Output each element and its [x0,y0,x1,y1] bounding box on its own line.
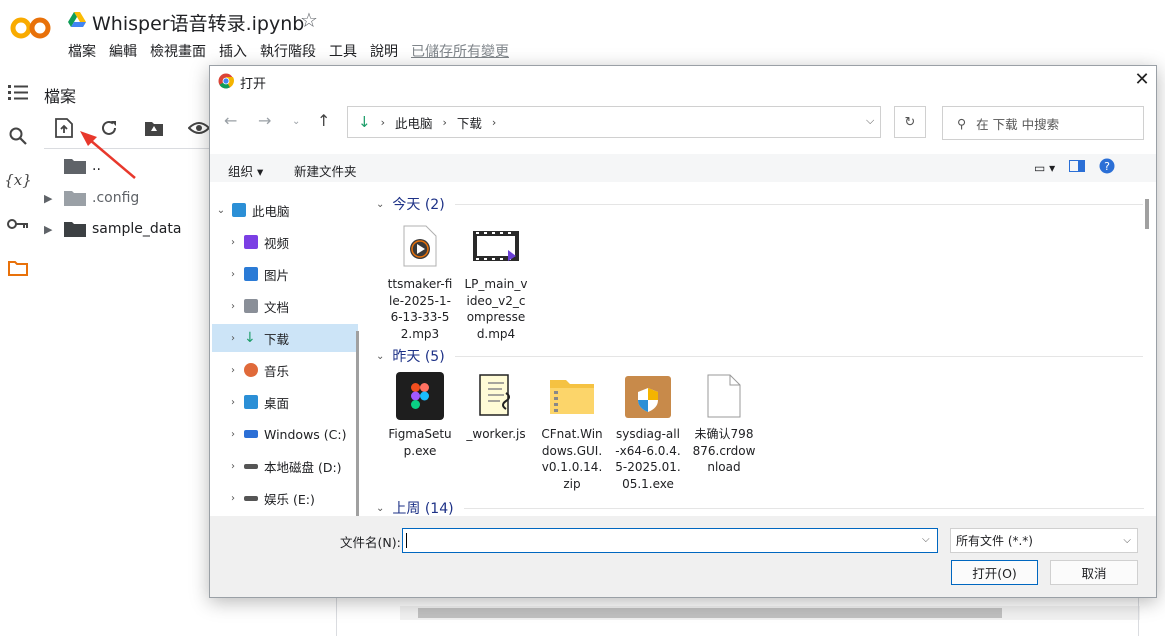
chevron-right-icon: › [231,268,235,280]
downloads-icon: ↓ [244,330,256,346]
documents-icon [244,299,258,313]
chevron-right-icon: › [231,300,235,312]
chevron-right-icon: › [231,492,235,504]
nav-scrollbar[interactable] [356,331,359,516]
nav-item-music[interactable]: › 音乐 [222,356,362,384]
dialog-title: 打开 [240,77,267,92]
chevron-right-icon: › [231,332,235,344]
refresh-icon[interactable]: ↻ [894,106,926,138]
drive-icon [244,463,258,469]
search-placeholder: 在 下载 中搜索 [976,116,1060,132]
nav-item-drive-d[interactable]: › 本地磁盘 (D:) [222,452,362,480]
video-file-icon [472,222,520,270]
nav-item-desktop[interactable]: › 桌面 [222,388,362,416]
group-header-yesterday[interactable]: ⌄ 昨天 (5) [376,346,1143,366]
chevron-down-icon: ⌄ [216,204,226,216]
help-icon[interactable]: ? [1099,158,1115,178]
chrome-icon [218,73,234,93]
file-item[interactable]: CFnat.Windows.GUI.v0.1.0.14.zip [539,372,605,492]
file-item[interactable]: ttsmaker-file-2025-1-6-13-33-52.mp3 [387,222,453,342]
chevron-right-icon[interactable]: › [381,116,385,129]
filename-label: 文件名(N): [340,535,401,550]
svg-text:?: ? [1104,160,1110,173]
chevron-down-icon[interactable]: ⌵ [922,534,930,545]
file-item[interactable]: _worker.js [463,372,529,443]
chevron-down-icon: ⌄ [376,502,385,514]
up-arrow-icon[interactable]: ↑ [317,111,330,130]
text-caret [406,533,407,548]
drive-icon [244,430,258,438]
file-item[interactable]: sysdiag-all-x64-6.0.4.5-2025.01.05.1.exe [615,372,681,492]
installer-icon [624,372,672,420]
figma-icon [396,372,444,420]
chevron-down-icon[interactable]: ⌵ [866,114,874,128]
chevron-down-icon: ⌵ [1123,535,1131,546]
close-icon[interactable]: ✕ [1130,68,1154,92]
nav-item-drive-e[interactable]: › 娱乐 (E:) [222,484,362,512]
view-mode-icon[interactable]: ▭ ▾ [1034,161,1055,175]
preview-pane-icon[interactable] [1069,160,1086,176]
chevron-right-icon: › [231,396,235,408]
breadcrumb-item[interactable]: 此电脑 [395,113,433,132]
music-icon [244,363,258,377]
chevron-right-icon: › [231,236,235,248]
file-item[interactable]: LP_main_video_v2_compressed.mp4 [463,222,529,342]
drive-icon [244,495,258,501]
nav-item-this-pc[interactable]: ⌄ 此电脑 [210,196,350,224]
file-item[interactable]: 未确认798876.crdownload [691,372,757,476]
file-item[interactable]: FigmaSetup.exe [387,372,453,459]
nav-item-videos[interactable]: › 视频 [222,228,362,256]
video-icon [244,235,258,249]
view-controls: ▭ ▾ ? [1034,158,1115,178]
navigation-pane: ⌄ 此电脑 › 视频 › 图片 › 文档 › ↓ 下载 › 音乐 › 桌面 › Windows (… [210,182,358,516]
cancel-button[interactable]: 取消 [1050,560,1138,585]
group-header-today[interactable]: ⌄ 今天 (2) [376,194,1143,214]
nav-item-drive-c[interactable]: › Windows (C:) [222,420,362,448]
breadcrumb-item[interactable]: 下载 [457,113,482,132]
organize-menu[interactable]: 组织 ▾ [228,161,263,180]
js-file-icon [472,372,520,420]
chevron-down-icon: ⌄ [376,350,385,362]
chevron-right-icon: › [231,460,235,472]
group-header-last-week[interactable]: ⌄ 上周 (14) [376,498,1144,518]
chevron-right-icon: › [231,364,235,376]
audio-file-icon [396,222,444,270]
downloads-icon: ↓ [358,113,371,131]
chevron-down-icon: ⌄ [376,198,385,210]
back-arrow-icon[interactable]: ← [224,111,237,130]
zip-folder-icon [548,372,596,420]
search-input[interactable]: ⚲ 在 下载 中搜索 [942,106,1144,140]
forward-arrow-icon[interactable]: → [258,111,271,130]
chevron-right-icon: › [231,428,235,440]
new-folder-button[interactable]: 新建文件夹 [294,161,357,180]
address-bar[interactable]: ↓ › 此电脑 › 下载 › ⌵ [347,106,881,138]
desktop-icon [244,395,258,409]
nav-item-downloads[interactable]: › ↓ 下载 [212,324,358,352]
chevron-right-icon[interactable]: › [443,116,447,129]
nav-item-documents[interactable]: › 文档 [222,292,362,320]
open-button[interactable]: 打开(O) [951,560,1038,585]
filename-input[interactable] [402,528,938,553]
pictures-icon [244,267,258,281]
chevron-right-icon[interactable]: › [492,116,496,129]
search-icon: ⚲ [957,115,967,131]
nav-item-pictures[interactable]: › 图片 [222,260,362,288]
open-file-dialog: 打开 ✕ ← → ⌄ ↑ ↓ › 此电脑 › 下载 › ⌵ ↻ ⚲ 在 下载 中… [209,65,1157,598]
pc-icon [232,203,246,217]
blank-file-icon [700,372,748,420]
content-scrollbar[interactable] [1145,199,1149,229]
recent-locations-icon[interactable]: ⌄ [292,116,300,127]
annotation-arrow [89,139,136,179]
file-type-select[interactable]: 所有文件 (*.*) ⌵ [950,528,1138,553]
